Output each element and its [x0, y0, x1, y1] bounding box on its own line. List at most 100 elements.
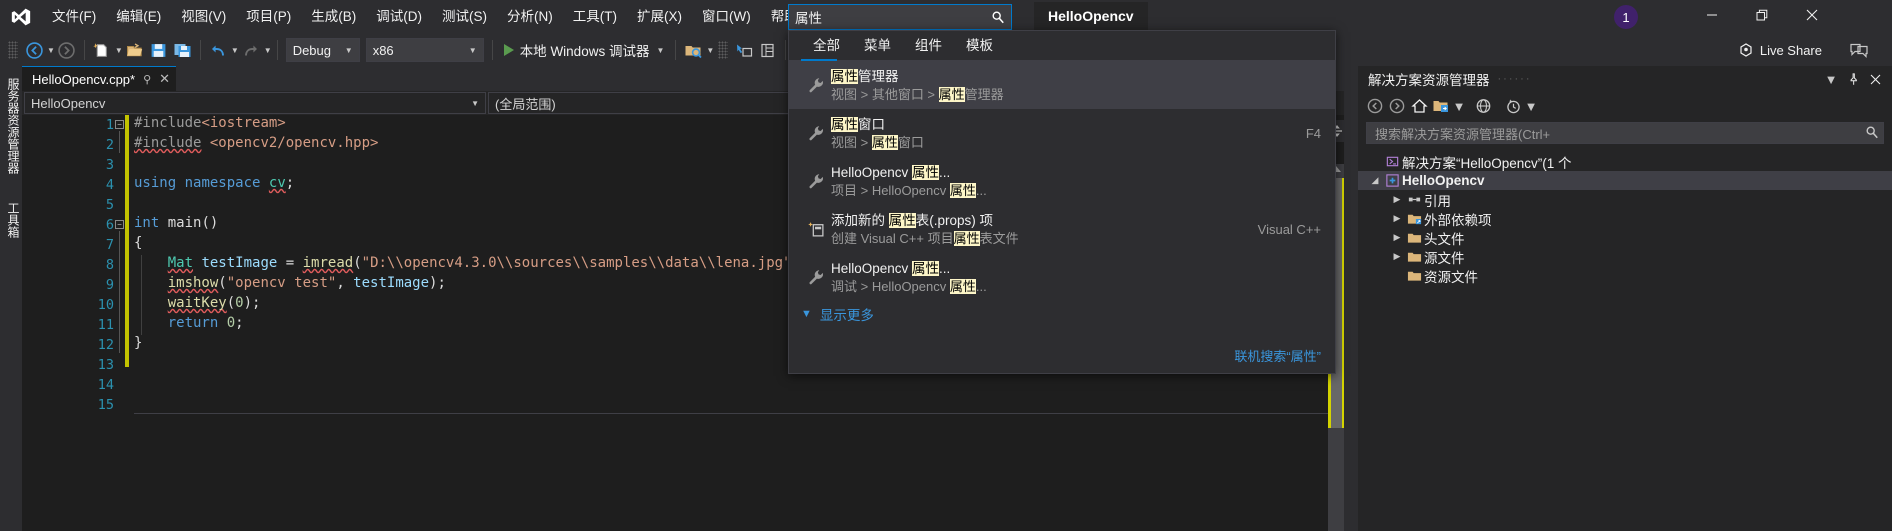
- restore-button[interactable]: [1740, 0, 1784, 30]
- menu-item-build[interactable]: 生成(B): [301, 0, 366, 34]
- quick-launch-result-title: HelloOpencv 属性...: [831, 260, 951, 276]
- start-debugging-dropdown-icon[interactable]: ▼: [656, 46, 664, 55]
- live-share-label: Live Share: [1759, 42, 1822, 58]
- back-icon[interactable]: [1364, 95, 1386, 117]
- tree-item-references[interactable]: ▶ 引用: [1358, 190, 1892, 209]
- quick-launch-tab-templates[interactable]: 模板: [954, 31, 1005, 61]
- quick-launch-tab-all[interactable]: 全部: [801, 31, 852, 61]
- quick-launch-result-item[interactable]: 属性窗口 视图 > 属性窗口 F4: [789, 109, 1335, 157]
- save-all-icon[interactable]: [171, 37, 195, 63]
- pin-icon[interactable]: ⚲: [143, 73, 151, 86]
- quick-launch-result-item[interactable]: HelloOpencv 属性... 调试 > HelloOpencv 属性...: [789, 253, 1335, 301]
- quick-launch-tab-components[interactable]: 组件: [903, 31, 954, 61]
- menu-item-window[interactable]: 窗口(W): [692, 0, 761, 34]
- solution-icon: [1382, 154, 1402, 169]
- close-tab-icon[interactable]: ✕: [159, 71, 170, 87]
- navigate-backward-dropdown-icon[interactable]: ▼: [47, 46, 55, 55]
- redo-dropdown-icon[interactable]: ▼: [264, 46, 272, 55]
- fold-toggle-icon[interactable]: −: [115, 120, 124, 129]
- editor-bottom-divider: [134, 413, 1344, 414]
- menu-item-analyze[interactable]: 分析(N): [497, 0, 563, 34]
- title-bar: 文件(F) 编辑(E) 视图(V) 项目(P) 生成(B) 调试(D) 测试(S…: [0, 0, 1892, 34]
- close-icon[interactable]: [1864, 68, 1886, 90]
- menu-item-tools[interactable]: 工具(T): [563, 0, 627, 34]
- minimize-button[interactable]: [1690, 0, 1734, 30]
- browse-with-icon[interactable]: [681, 37, 705, 63]
- chevron-down-icon: ▼: [344, 45, 353, 55]
- chevron-down-icon: ▼: [468, 45, 477, 55]
- solution-explorer-search-box[interactable]: 搜索解决方案资源管理器(Ctrl+: [1366, 122, 1884, 144]
- new-file-icon[interactable]: [90, 37, 114, 63]
- menu-item-extensions[interactable]: 扩展(X): [627, 0, 692, 34]
- play-icon: [503, 44, 514, 56]
- quick-launch-tab-strip: 全部 菜单 组件 模板: [789, 31, 1335, 61]
- start-debugging-button[interactable]: 本地 Windows 调试器 ▼: [498, 37, 671, 63]
- home-icon[interactable]: [1408, 95, 1430, 117]
- search-input[interactable]: [789, 5, 985, 29]
- search-icon[interactable]: [1865, 125, 1879, 142]
- expander-icon[interactable]: ▶: [1390, 194, 1404, 205]
- menu-item-debug[interactable]: 调试(D): [366, 0, 432, 34]
- quick-launch-tab-menus[interactable]: 菜单: [852, 31, 903, 61]
- tree-item-header-files[interactable]: ▶ 头文件: [1358, 228, 1892, 247]
- tree-item-source-files[interactable]: ▶ 源文件: [1358, 247, 1892, 266]
- quick-launch-result-item[interactable]: 添加新的 属性表(.props) 项 创建 Visual C++ 项目属性表文件…: [789, 205, 1335, 253]
- solution-platform-combo[interactable]: x86 ▼: [365, 38, 484, 62]
- close-button[interactable]: [1790, 0, 1834, 30]
- tree-item-resource-files[interactable]: 资源文件: [1358, 266, 1892, 285]
- panel-drag-dots[interactable]: ······: [1490, 73, 1821, 85]
- expander-icon[interactable]: ▶: [1390, 213, 1404, 224]
- redo-icon[interactable]: [239, 37, 263, 63]
- toolbar-separator-3: [276, 40, 278, 60]
- pending-changes-dropdown-icon[interactable]: ▼: [1524, 95, 1538, 117]
- tree-item-solution[interactable]: 解决方案“HelloOpencv”(1 个: [1358, 152, 1892, 171]
- save-icon[interactable]: [147, 37, 171, 63]
- properties-window-icon[interactable]: [756, 37, 780, 63]
- feedback-icon[interactable]: [1846, 37, 1872, 63]
- undo-icon[interactable]: [206, 37, 230, 63]
- forward-icon[interactable]: [1386, 95, 1408, 117]
- line-number: 11: [97, 317, 114, 333]
- quick-launch-result-item[interactable]: 属性管理器 视图 > 其他窗口 > 属性管理器: [789, 61, 1335, 109]
- show-more-button[interactable]: ▼ 显示更多: [789, 301, 1335, 327]
- online-search-link[interactable]: 联机搜索“属性”: [1234, 346, 1321, 365]
- expander-expanded-icon[interactable]: ◢: [1368, 175, 1382, 186]
- navigate-backward-icon[interactable]: [22, 37, 46, 63]
- menu-item-view[interactable]: 视图(V): [171, 0, 236, 34]
- show-all-files-dropdown-icon[interactable]: ▼: [1452, 95, 1466, 117]
- line-number: 7: [105, 237, 114, 253]
- search-icon[interactable]: [985, 5, 1011, 29]
- menu-item-edit[interactable]: 编辑(E): [106, 0, 171, 34]
- quick-launch-search-box[interactable]: [788, 4, 1012, 30]
- expander-icon[interactable]: ▶: [1390, 232, 1404, 243]
- tree-item-label: HelloOpencv: [1402, 173, 1485, 188]
- navigate-forward-icon[interactable]: [55, 37, 79, 63]
- menu-item-file[interactable]: 文件(F): [42, 0, 106, 34]
- document-tab-hello-opencv-cpp[interactable]: HelloOpencv.cpp* ⚲ ✕: [22, 66, 177, 91]
- undo-dropdown-icon[interactable]: ▼: [231, 46, 239, 55]
- menu-item-project[interactable]: 项目(P): [236, 0, 301, 34]
- pin-icon[interactable]: [1842, 68, 1864, 90]
- tree-item-project[interactable]: ◢ HelloOpencv: [1358, 171, 1892, 190]
- fold-toggle-icon[interactable]: −: [115, 220, 124, 229]
- expander-icon[interactable]: ▶: [1390, 251, 1404, 262]
- pending-changes-icon[interactable]: [1502, 95, 1524, 117]
- solution-configuration-combo[interactable]: Debug ▼: [285, 38, 360, 62]
- new-file-dropdown-icon[interactable]: ▼: [115, 46, 123, 55]
- navigation-project-combo[interactable]: HelloOpencv ▼: [24, 92, 486, 114]
- panel-menu-icon[interactable]: ▼: [1820, 68, 1842, 90]
- quick-launch-result-item[interactable]: HelloOpencv 属性... 项目 > HelloOpencv 属性...: [789, 157, 1335, 205]
- tree-item-label: 头文件: [1424, 231, 1465, 247]
- toolbar-grip-2[interactable]: [718, 41, 729, 59]
- toolbar-grip[interactable]: [8, 41, 18, 59]
- browse-with-dropdown-icon[interactable]: ▼: [706, 46, 714, 55]
- show-all-files-icon[interactable]: [1430, 95, 1452, 117]
- properties-page-icon[interactable]: [1472, 95, 1494, 117]
- menu-item-test[interactable]: 测试(S): [432, 0, 497, 34]
- select-in-solution-explorer-icon[interactable]: [732, 37, 756, 63]
- live-share-button[interactable]: Live Share: [1738, 39, 1822, 61]
- quick-launch-result-path: 视图 > 其他窗口 > 属性管理器: [831, 86, 1004, 102]
- tree-item-external-dependencies[interactable]: ▶ 外部依赖项: [1358, 209, 1892, 228]
- notification-badge[interactable]: 1: [1614, 5, 1638, 29]
- open-file-icon[interactable]: [123, 37, 147, 63]
